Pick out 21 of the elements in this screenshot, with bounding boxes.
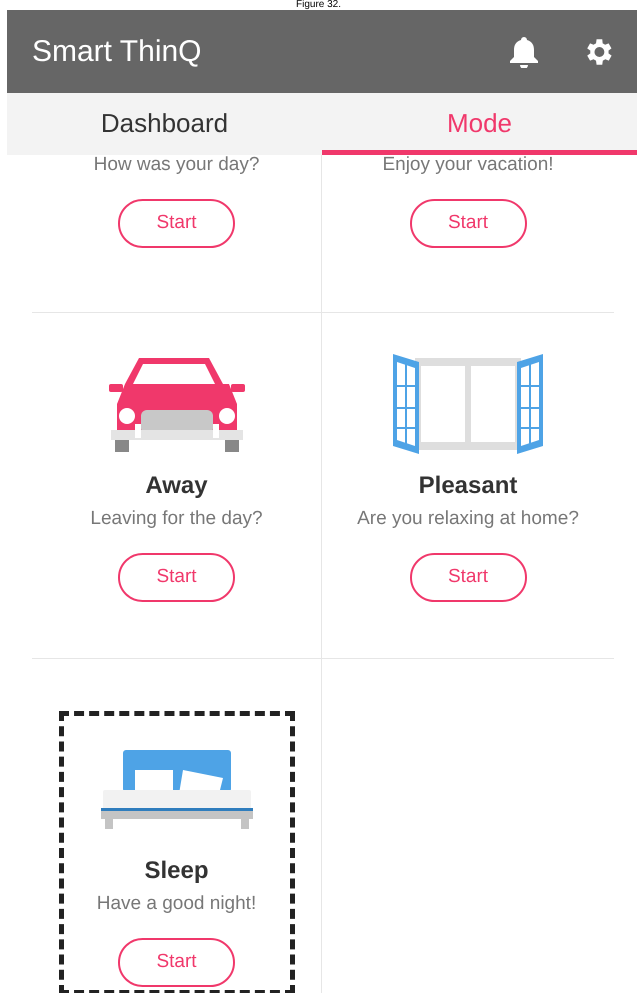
mode-description: How was your day? [94, 155, 260, 177]
start-button[interactable]: Start [118, 938, 235, 987]
notification-bell-icon[interactable] [509, 36, 539, 68]
app-title: Smart ThinQ [32, 34, 202, 70]
mode-title: Sleep [144, 856, 209, 886]
start-button[interactable]: Start [410, 553, 526, 602]
mode-description: Are you relaxing at home? [357, 507, 579, 531]
bed-icon [100, 750, 252, 830]
tab[interactable]: Dashboard [7, 93, 322, 155]
start-button[interactable]: Start [118, 553, 235, 602]
start-button[interactable]: Start [118, 199, 235, 248]
open-window-icon [391, 354, 545, 456]
car-icon [108, 356, 244, 454]
mode-description: Have a good night! [96, 892, 256, 916]
tab[interactable]: Mode [322, 93, 637, 155]
mode-description: Leaving for the day? [90, 507, 263, 531]
mode-title: Away [145, 471, 208, 501]
start-button[interactable]: Start [410, 199, 526, 248]
mode-title: Pleasant [418, 471, 518, 501]
figure-caption: Figure 32. [296, 0, 342, 10]
mode-description: Enjoy your vacation! [382, 155, 554, 177]
